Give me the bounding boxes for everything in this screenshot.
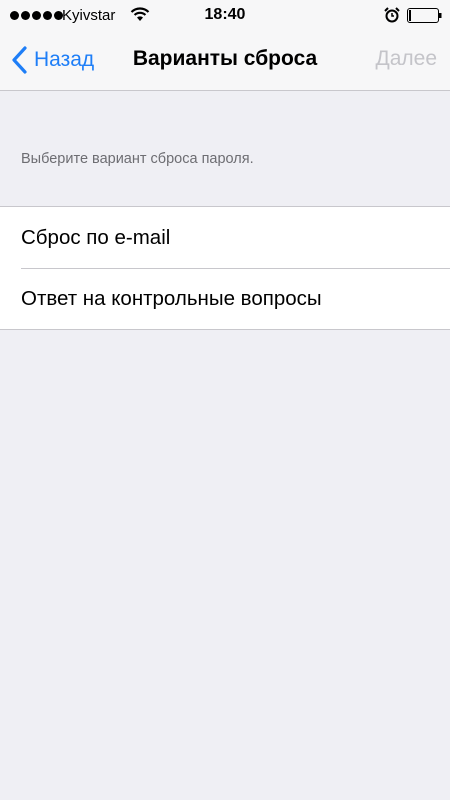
battery-icon: [407, 8, 442, 23]
status-time: 18:40: [204, 6, 246, 23]
section-hint: Выберите вариант сброса пароля.: [21, 151, 254, 167]
reset-options-list: Сброс по e-mail Ответ на контрольные воп…: [0, 206, 450, 330]
next-button[interactable]: Далее: [375, 47, 437, 71]
option-email-reset[interactable]: Сброс по e-mail: [0, 207, 450, 268]
reset-options-screen: Kyivstar 18:40 Назад Варианты сброса Дал…: [0, 0, 450, 800]
option-security-questions[interactable]: Ответ на контрольные вопросы: [0, 268, 450, 329]
header: Kyivstar 18:40 Назад Варианты сброса Дал…: [0, 0, 450, 91]
status-bar: Kyivstar 18:40: [0, 0, 450, 30]
navigation-bar: Назад Варианты сброса Далее: [0, 30, 450, 91]
alarm-clock-icon: [384, 7, 400, 23]
